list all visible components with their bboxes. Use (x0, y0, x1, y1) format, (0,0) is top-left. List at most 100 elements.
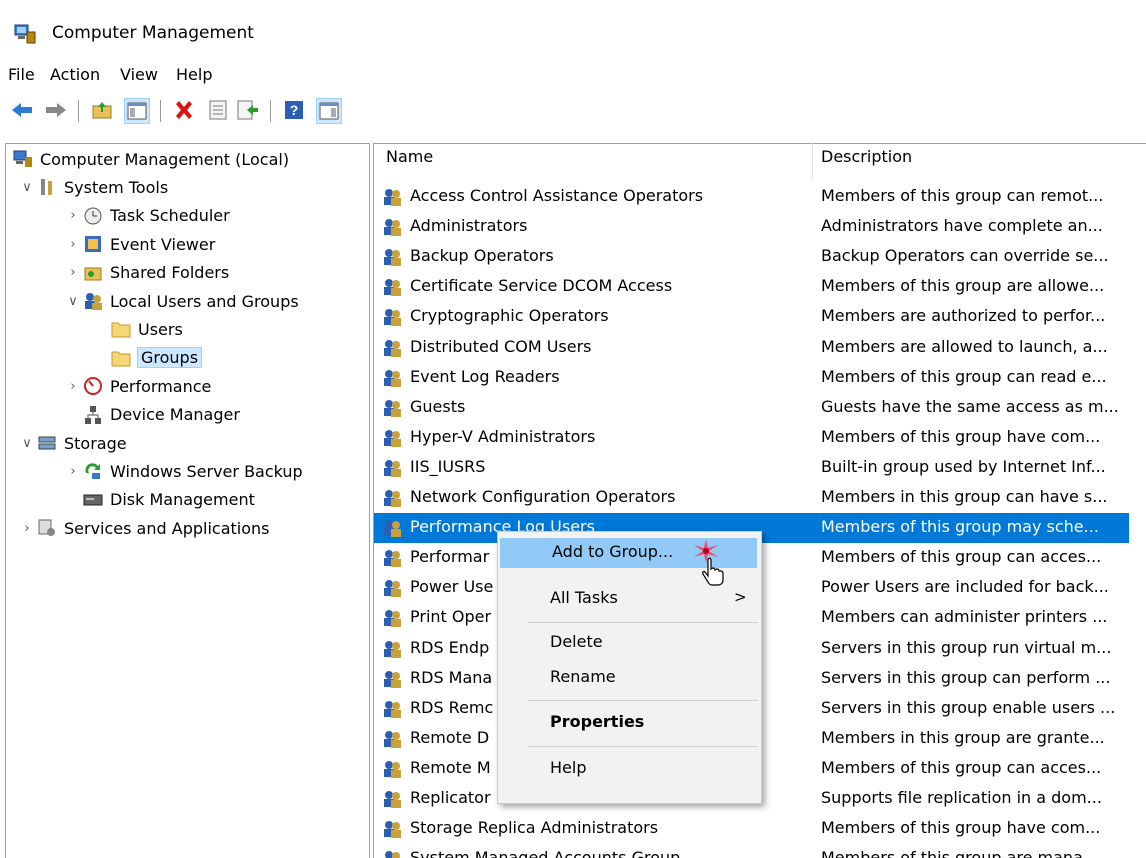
up-folder-icon[interactable] (90, 98, 114, 122)
show-hide-tree-icon[interactable] (124, 98, 150, 124)
tree-item-storage[interactable]: ∨ Storage (18, 430, 126, 456)
menu-view[interactable]: View (120, 65, 158, 84)
menu-help[interactable]: Help (176, 65, 212, 84)
group-description: Members of this group can remot... (821, 186, 1104, 205)
table-row[interactable]: Access Control Assistance Operators Membe… (374, 182, 1129, 212)
menu-item-properties[interactable]: Properties (498, 708, 761, 738)
menu-item-help[interactable]: Help (498, 754, 761, 784)
computer-management-icon (12, 149, 34, 169)
menu-item-delete[interactable]: Delete (498, 628, 761, 658)
column-header-name[interactable]: Name (386, 147, 433, 175)
tree-item-groups[interactable]: Groups (92, 345, 203, 371)
expand-chevron-icon[interactable]: › (64, 265, 82, 280)
group-description: Servers in this group run virtual m... (821, 637, 1112, 657)
group-name: Backup Operators (410, 246, 554, 266)
group-description: Guests have the same access as m... (821, 396, 1119, 416)
group-name: Distributed COM Users (410, 336, 592, 356)
expand-chevron-icon[interactable]: › (64, 379, 82, 394)
group-description: Members of this group can acces... (821, 757, 1102, 777)
group-icon (382, 277, 402, 297)
forward-arrow-icon[interactable] (44, 98, 68, 122)
tree-item-label: Event Viewer (110, 234, 216, 254)
group-name: Power Use (410, 577, 494, 597)
group-icon (382, 518, 402, 538)
table-row[interactable]: Certificate Service DCOM Access Members o… (374, 272, 1129, 302)
table-row[interactable]: Administrators Administrators have comple… (374, 212, 1129, 242)
table-row[interactable]: Hyper-V Administrators Members of this gr… (374, 423, 1129, 453)
group-icon (382, 548, 402, 568)
properties-icon[interactable] (206, 98, 230, 122)
table-row[interactable]: Guests Guests have the same access as m..… (374, 393, 1129, 423)
tree-item-label: Windows Server Backup (110, 461, 303, 481)
tree-item-task-scheduler[interactable]: › Task Scheduler (64, 203, 230, 229)
tree-item-device-manager[interactable]: Device Manager (64, 402, 240, 428)
group-description: Built-in group used by Internet Inf... (821, 456, 1106, 476)
tree-item-label: Computer Management (Local) (40, 149, 290, 169)
menu-item-rename[interactable]: Rename (498, 663, 761, 693)
console-tree: Computer Management (Local) ∨ System Tools… (5, 143, 370, 858)
column-divider[interactable] (812, 143, 813, 179)
group-name: Performar (410, 547, 490, 567)
group-name: RDS Remc (410, 697, 494, 717)
menu-file[interactable]: File (8, 65, 35, 84)
group-name: Cryptographic Operators (410, 306, 609, 326)
table-row[interactable]: IIS_IUSRS Built-in group used by Internet… (374, 453, 1129, 483)
tree-item-event-viewer[interactable]: › Event Viewer (64, 231, 215, 257)
group-icon (382, 247, 402, 267)
tree-item-disk-management[interactable]: Disk Management (64, 487, 255, 513)
group-description: Servers in this group enable users ... (821, 697, 1116, 717)
collapse-chevron-icon[interactable]: ∨ (18, 180, 36, 195)
submenu-arrow-icon: > (734, 588, 747, 606)
back-arrow-icon[interactable] (10, 98, 34, 122)
services-applications-icon (36, 518, 58, 538)
export-list-icon[interactable] (236, 98, 260, 122)
tree-item-windows-server-backup[interactable]: › Windows Server Backup (64, 458, 303, 484)
expand-chevron-icon[interactable]: › (64, 237, 82, 252)
tree-item-label: Shared Folders (110, 263, 230, 283)
table-row[interactable]: Cryptographic Operators Members are autho… (374, 302, 1129, 332)
group-description: Members in this group are grante... (821, 727, 1105, 747)
group-name: Network Configuration Operators (410, 487, 676, 506)
column-header-description[interactable]: Description (821, 147, 912, 175)
group-name: IIS_IUSRS (410, 456, 486, 476)
group-description: Members can administer printers ... (821, 607, 1108, 627)
show-hide-action-pane-icon[interactable] (316, 98, 342, 124)
menu-item-all-tasks[interactable]: All Tasks > (498, 584, 761, 614)
delete-icon[interactable] (172, 98, 196, 122)
tree-item-label: Disk Management (110, 490, 255, 510)
expand-chevron-icon[interactable]: › (18, 521, 36, 536)
expand-chevron-icon[interactable]: › (64, 464, 82, 479)
menu-bar: File Action View Help (0, 63, 1146, 90)
tree-item-local-users-and-groups[interactable]: ∨ Local Users and Groups (64, 288, 299, 314)
group-icon (382, 819, 402, 839)
table-row[interactable]: Network Configuration Operators Members i… (374, 483, 1129, 513)
tree-item-users[interactable]: Users (92, 316, 183, 342)
tree-item-system-tools[interactable]: ∨ System Tools (18, 174, 168, 200)
tree-item-services-and-applications[interactable]: › Services and Applications (18, 515, 269, 541)
tree-item-computer-management-local[interactable]: Computer Management (Local) (12, 146, 289, 172)
menu-action[interactable]: Action (50, 65, 100, 84)
group-description: Members are authorized to perfor... (821, 306, 1106, 326)
tree-item-shared-folders[interactable]: › Shared Folders (64, 260, 229, 286)
tree-item-label: Local Users and Groups (110, 291, 299, 311)
performance-icon (82, 376, 104, 396)
group-description: Backup Operators can override se... (821, 246, 1109, 266)
group-icon (382, 699, 402, 719)
group-description: Members of this group can acces... (821, 547, 1102, 567)
table-row[interactable]: Distributed COM Users Members are allowed… (374, 333, 1129, 363)
folder-icon (110, 348, 132, 368)
table-row[interactable]: Event Log Readers Members of this group c… (374, 363, 1129, 393)
collapse-chevron-icon[interactable]: ∨ (18, 436, 36, 451)
collapse-chevron-icon[interactable]: ∨ (64, 294, 82, 309)
expand-chevron-icon[interactable]: › (64, 208, 82, 223)
table-row[interactable]: Backup Operators Backup Operators can ove… (374, 242, 1129, 272)
table-row[interactable]: Storage Replica Administrators Members of… (374, 814, 1129, 844)
tree-item-label: Task Scheduler (110, 206, 230, 226)
group-name: Administrators (410, 216, 528, 236)
tree-item-performance[interactable]: › Performance (64, 373, 211, 399)
table-row[interactable]: System Managed Accounts Group Members of … (374, 844, 1129, 858)
storage-icon (36, 433, 58, 453)
group-description: Members in this group can have s... (821, 487, 1108, 506)
tree-item-label: Device Manager (110, 405, 240, 425)
help-icon[interactable]: ? (282, 98, 306, 122)
